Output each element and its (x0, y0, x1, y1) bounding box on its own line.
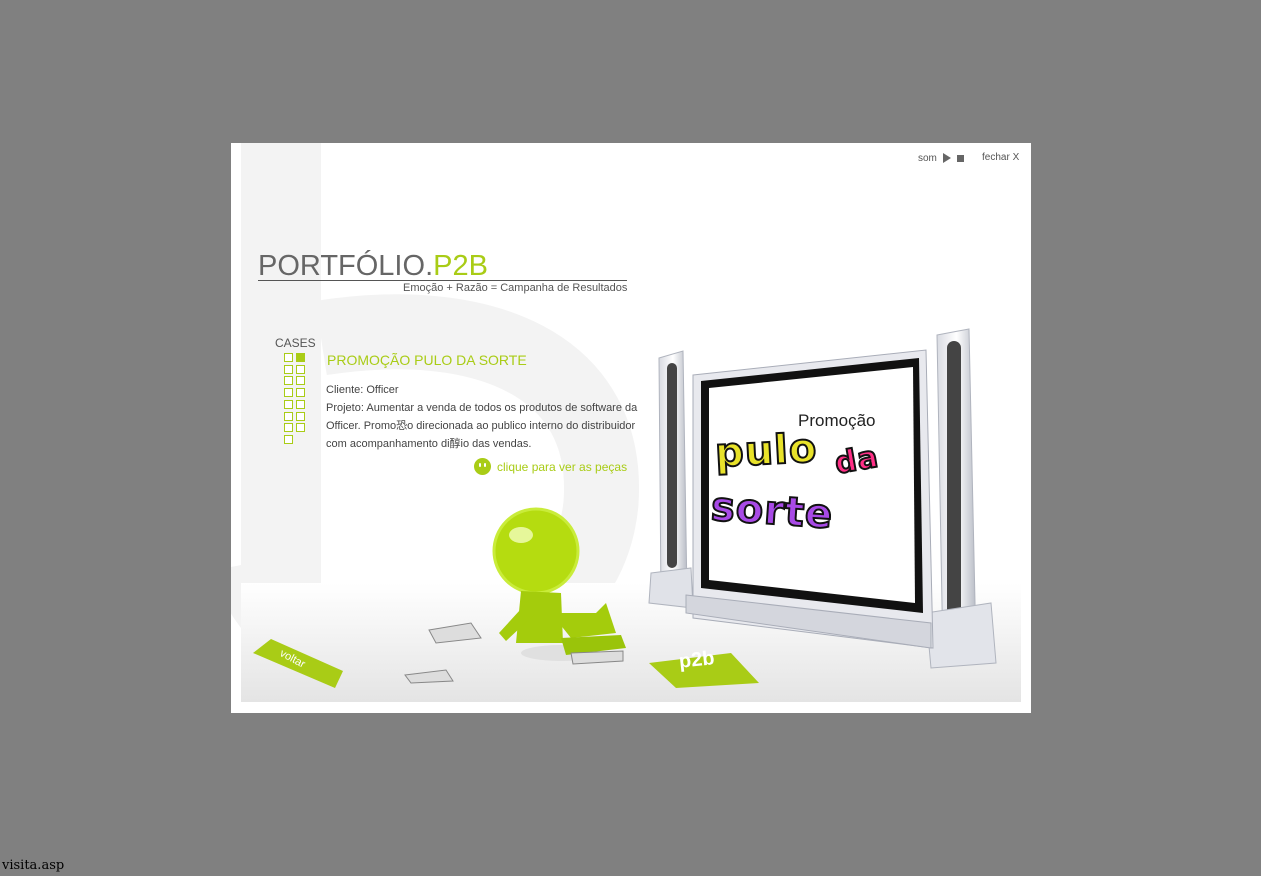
case-selector-item[interactable] (284, 353, 293, 362)
case-selector-item[interactable] (284, 434, 293, 444)
left-speaker-icon (648, 350, 694, 609)
case-selector-item[interactable] (296, 353, 305, 362)
case-selector-item[interactable] (296, 364, 305, 374)
p2b-logo-card: p2b (677, 647, 716, 673)
case-selector-item[interactable] (296, 411, 305, 421)
case-project-line: com acompanhamento di醇io das vendas. (326, 438, 532, 450)
cases-label: CASES (275, 336, 316, 350)
case-selector-item[interactable] (284, 376, 293, 386)
title-dot: . (425, 250, 434, 282)
status-bar-text: visita.asp (2, 858, 65, 873)
case-title: PROMOÇÃO PULO DA SORTE (327, 352, 527, 368)
tagline: Emoção + Razão = Campanha de Resultados (403, 282, 628, 294)
case-selector-item[interactable] (284, 388, 293, 398)
case-selector-item[interactable] (296, 388, 305, 398)
view-pieces-link[interactable]: clique para ver as peças (474, 458, 627, 475)
sound-label: som (918, 153, 937, 164)
promo-word: sorte (709, 483, 836, 539)
play-icon[interactable] (943, 153, 951, 163)
case-selector-item[interactable] (284, 399, 293, 409)
title-accent: P2B (433, 250, 488, 282)
case-selector-item[interactable] (284, 364, 293, 374)
close-button[interactable]: fechar X (982, 152, 1019, 163)
portfolio-window: som fechar X PORTFÓLIO.P2B Emoção + Razã… (231, 143, 1031, 713)
stop-icon[interactable] (957, 155, 964, 162)
promo-word: da (831, 438, 882, 482)
right-speaker-icon (925, 328, 997, 669)
view-pieces-label: clique para ver as peças (497, 459, 628, 474)
case-selector-item[interactable] (296, 376, 305, 386)
case-selector-item[interactable] (296, 423, 305, 433)
title-main: PORTFÓLIO (258, 250, 426, 282)
back-button[interactable] (253, 637, 345, 689)
case-project-line: Projeto: Aumentar a venda de todos os pr… (326, 402, 638, 414)
case-selector-item[interactable] (284, 411, 293, 421)
title-divider (258, 280, 627, 281)
case-project-line: Officer. Promo恐o direcionada ao publico … (326, 420, 636, 432)
case-selector-item[interactable] (284, 423, 293, 433)
promo-word: pulo (713, 424, 820, 477)
case-selector-item[interactable] (296, 399, 305, 409)
page-title: PORTFÓLIO.P2B (258, 249, 488, 283)
case-client: Cliente: Officer (326, 384, 399, 396)
smiley-icon (474, 458, 491, 475)
